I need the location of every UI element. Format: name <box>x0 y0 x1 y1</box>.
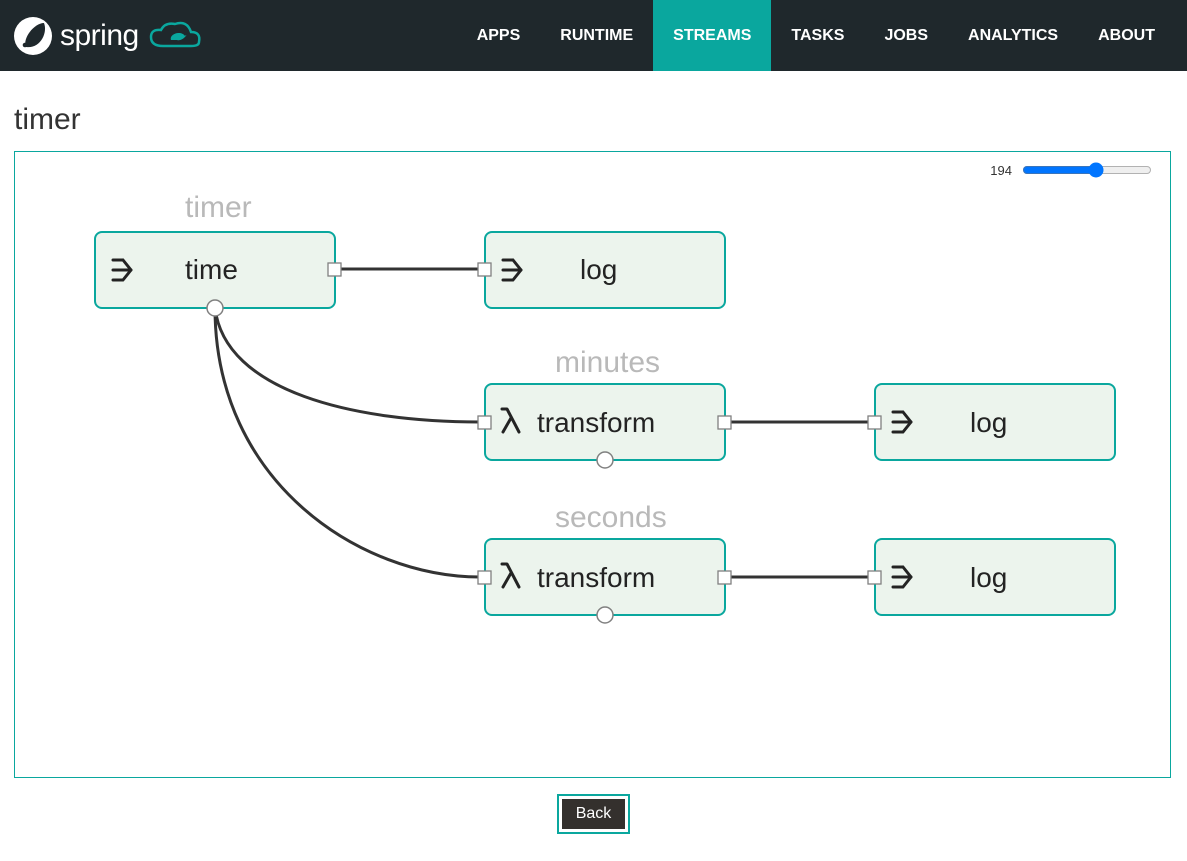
node-label: transform <box>537 407 655 438</box>
port-in[interactable] <box>868 416 881 429</box>
zoom-control: 194 <box>990 162 1152 178</box>
port-out[interactable] <box>718 416 731 429</box>
port-out[interactable] <box>718 571 731 584</box>
nav-tasks[interactable]: TASKS <box>771 0 864 71</box>
zoom-value: 194 <box>990 163 1012 178</box>
link-tap-minutes <box>215 308 480 422</box>
nav-runtime[interactable]: RUNTIME <box>540 0 653 71</box>
port-in[interactable] <box>478 263 491 276</box>
node-label: transform <box>537 562 655 593</box>
nav-about[interactable]: ABOUT <box>1078 0 1175 71</box>
node-transform-seconds[interactable]: transform <box>478 539 731 623</box>
node-time[interactable]: time <box>95 232 341 316</box>
spring-logo-icon <box>12 15 54 57</box>
stream-title-seconds: seconds <box>555 501 667 534</box>
brand-name: spring <box>60 19 139 53</box>
stream-title-timer: timer <box>185 191 252 224</box>
brand: spring <box>12 15 205 57</box>
stream-title-minutes: minutes <box>555 346 660 379</box>
footer: Back <box>14 794 1173 834</box>
top-nav: APPS RUNTIME STREAMS TASKS JOBS ANALYTIC… <box>457 0 1175 71</box>
node-label: log <box>580 254 617 285</box>
nav-analytics[interactable]: ANALYTICS <box>948 0 1078 71</box>
cloud-logo-icon <box>145 18 205 54</box>
port-in[interactable] <box>478 571 491 584</box>
node-transform-minutes[interactable]: transform <box>478 384 731 468</box>
stream-canvas[interactable]: 194 <box>14 151 1171 778</box>
port-in[interactable] <box>478 416 491 429</box>
port-out[interactable] <box>328 263 341 276</box>
nav-streams[interactable]: STREAMS <box>653 0 771 71</box>
port-in[interactable] <box>868 571 881 584</box>
page-title: timer <box>14 103 1173 137</box>
node-label: log <box>970 562 1007 593</box>
port-tap[interactable] <box>597 607 613 623</box>
flow-diagram: timer minutes seconds time log <box>15 152 1170 777</box>
port-tap[interactable] <box>207 300 223 316</box>
node-log-timer[interactable]: log <box>478 232 725 308</box>
node-label: time <box>185 254 238 285</box>
port-tap[interactable] <box>597 452 613 468</box>
nav-jobs[interactable]: JOBS <box>864 0 948 71</box>
link-tap-seconds <box>215 308 480 577</box>
back-button[interactable]: Back <box>562 799 626 829</box>
nav-apps[interactable]: APPS <box>457 0 541 71</box>
zoom-slider[interactable] <box>1022 162 1152 178</box>
node-log-seconds[interactable]: log <box>868 539 1115 615</box>
node-log-minutes[interactable]: log <box>868 384 1115 460</box>
node-label: log <box>970 407 1007 438</box>
app-header: spring APPS RUNTIME STREAMS TASKS JOBS A… <box>0 0 1187 71</box>
